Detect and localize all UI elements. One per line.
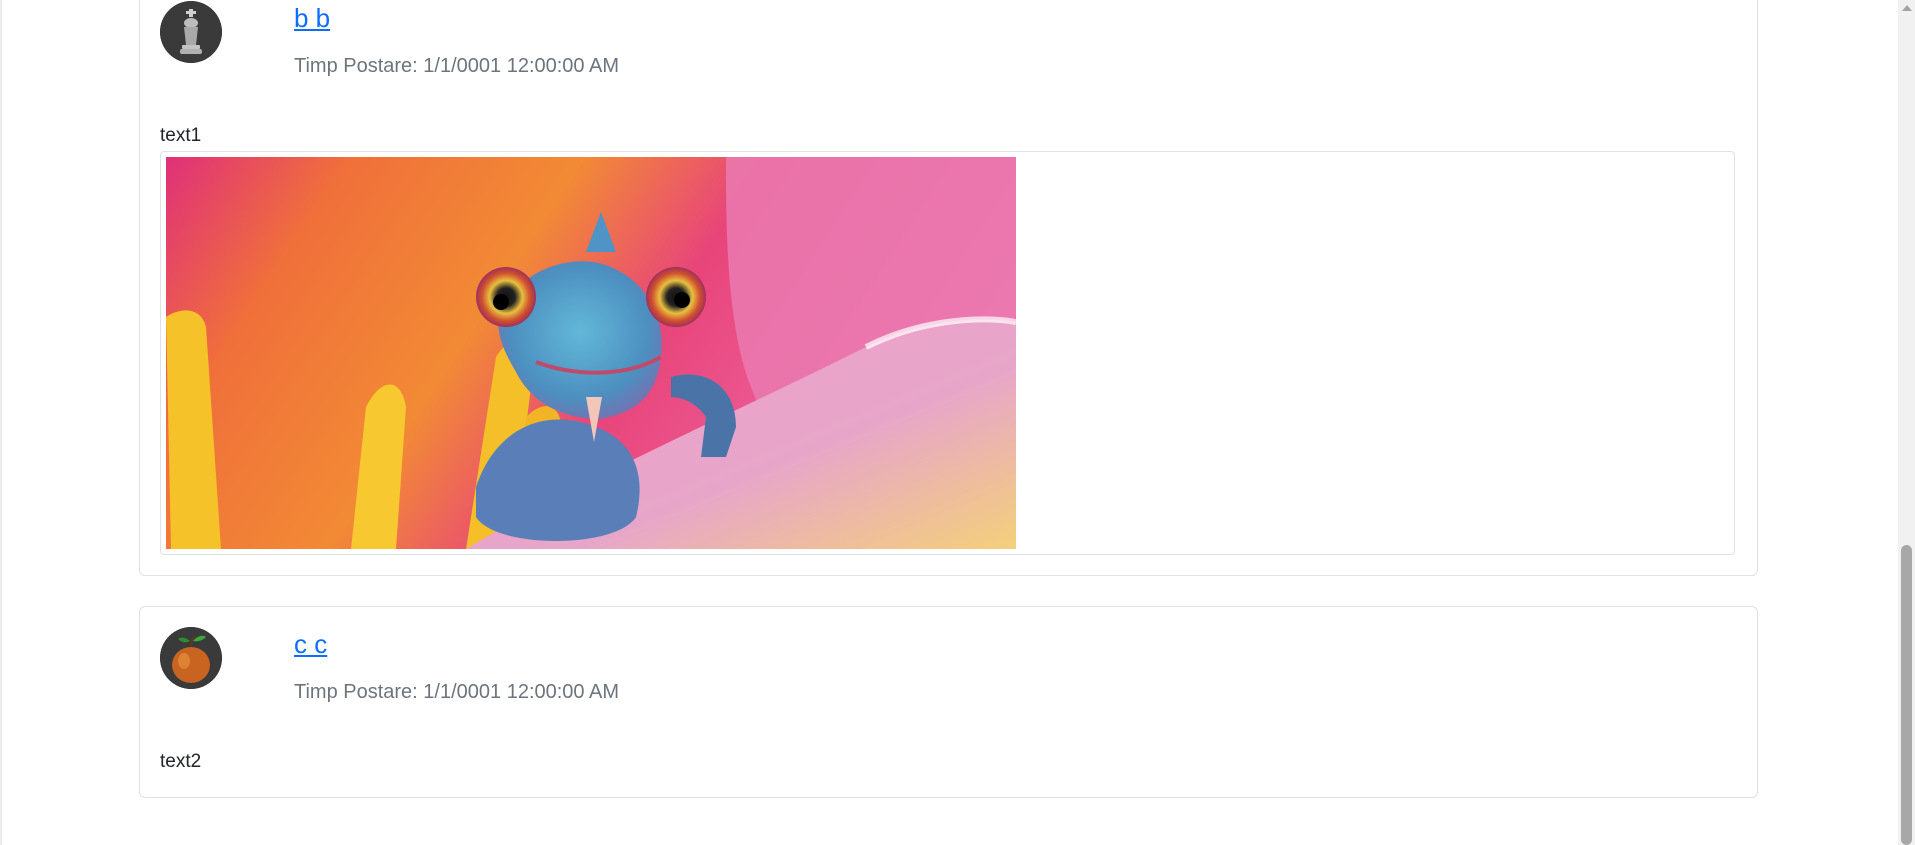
author-avatar[interactable] <box>160 1 222 63</box>
post-timestamp: Timp Postare: 1/1/0001 12:00:00 AM <box>294 55 620 77</box>
page-scrollbar[interactable] <box>1898 0 1915 845</box>
chess-king-avatar-icon <box>160 1 222 63</box>
post-card: c c Timp Postare: 1/1/0001 12:00:00 AM t… <box>139 606 1758 798</box>
scroll-up-arrow-icon[interactable] <box>1902 5 1912 11</box>
post-image[interactable] <box>166 157 1016 549</box>
author-avatar[interactable] <box>160 627 222 689</box>
post-text: text1 <box>160 125 202 146</box>
author-name-link[interactable]: b b <box>294 3 330 34</box>
post-timestamp: Timp Postare: 1/1/0001 12:00:00 AM <box>294 681 620 703</box>
scroll-thumb[interactable] <box>1901 545 1912 845</box>
chameleon-image-icon <box>166 157 1016 549</box>
author-name-link[interactable]: c c <box>294 629 327 660</box>
post-card: b b Timp Postare: 1/1/0001 12:00:00 AM t… <box>139 0 1758 576</box>
peach-avatar-icon <box>160 627 222 689</box>
post-feed: b b Timp Postare: 1/1/0001 12:00:00 AM t… <box>0 0 1895 845</box>
post-text: text2 <box>160 751 202 772</box>
post-image-frame <box>160 151 1735 555</box>
